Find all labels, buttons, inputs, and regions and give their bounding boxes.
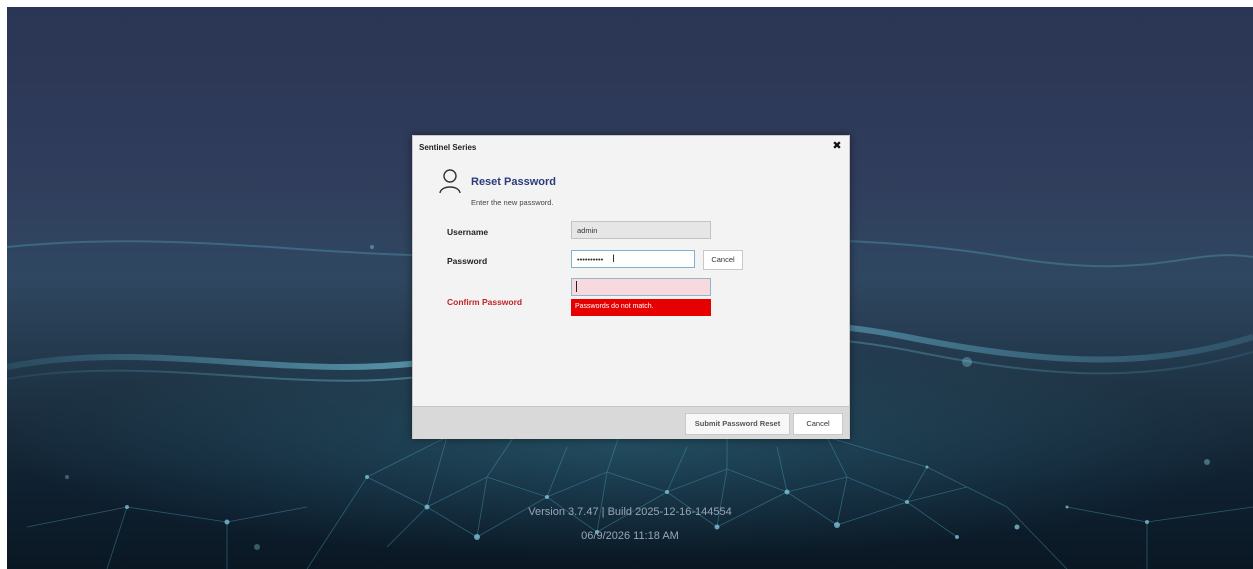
input-caret (576, 281, 577, 292)
reset-password-dialog: Sentinel Series ✖ Reset Password Enter t… (412, 135, 850, 439)
password-mismatch-error: Passwords do not match. (571, 299, 711, 316)
close-icon: ✖ (832, 140, 842, 152)
dialog-title: Sentinel Series (419, 143, 477, 152)
dialog-subheading: Enter the new password. (471, 198, 554, 207)
user-icon (439, 169, 461, 194)
username-field[interactable] (571, 221, 711, 239)
datetime-text: 06/9/2026 11:18 AM (581, 530, 679, 542)
screen: Version 3.7.47 | Build 2025-12-16-144554… (0, 0, 1253, 569)
version-text: Version 3.7.47 | Build 2025-12-16-144554 (528, 506, 732, 518)
submit-password-reset-button[interactable]: Submit Password Reset (685, 413, 790, 435)
cancel-button[interactable]: Cancel (793, 413, 843, 435)
password-cancel-button[interactable]: Cancel (703, 250, 743, 270)
text-cursor-icon: I (612, 253, 616, 265)
close-button[interactable]: ✖ (831, 140, 843, 152)
username-label: Username (447, 227, 489, 237)
password-field[interactable] (571, 250, 695, 268)
dialog-heading: Reset Password (471, 176, 556, 188)
confirm-password-field[interactable] (571, 278, 711, 296)
password-label: Password (447, 256, 488, 266)
confirm-password-label: Confirm Password (447, 297, 523, 307)
dialog-footer: Submit Password Reset Cancel (413, 406, 849, 439)
